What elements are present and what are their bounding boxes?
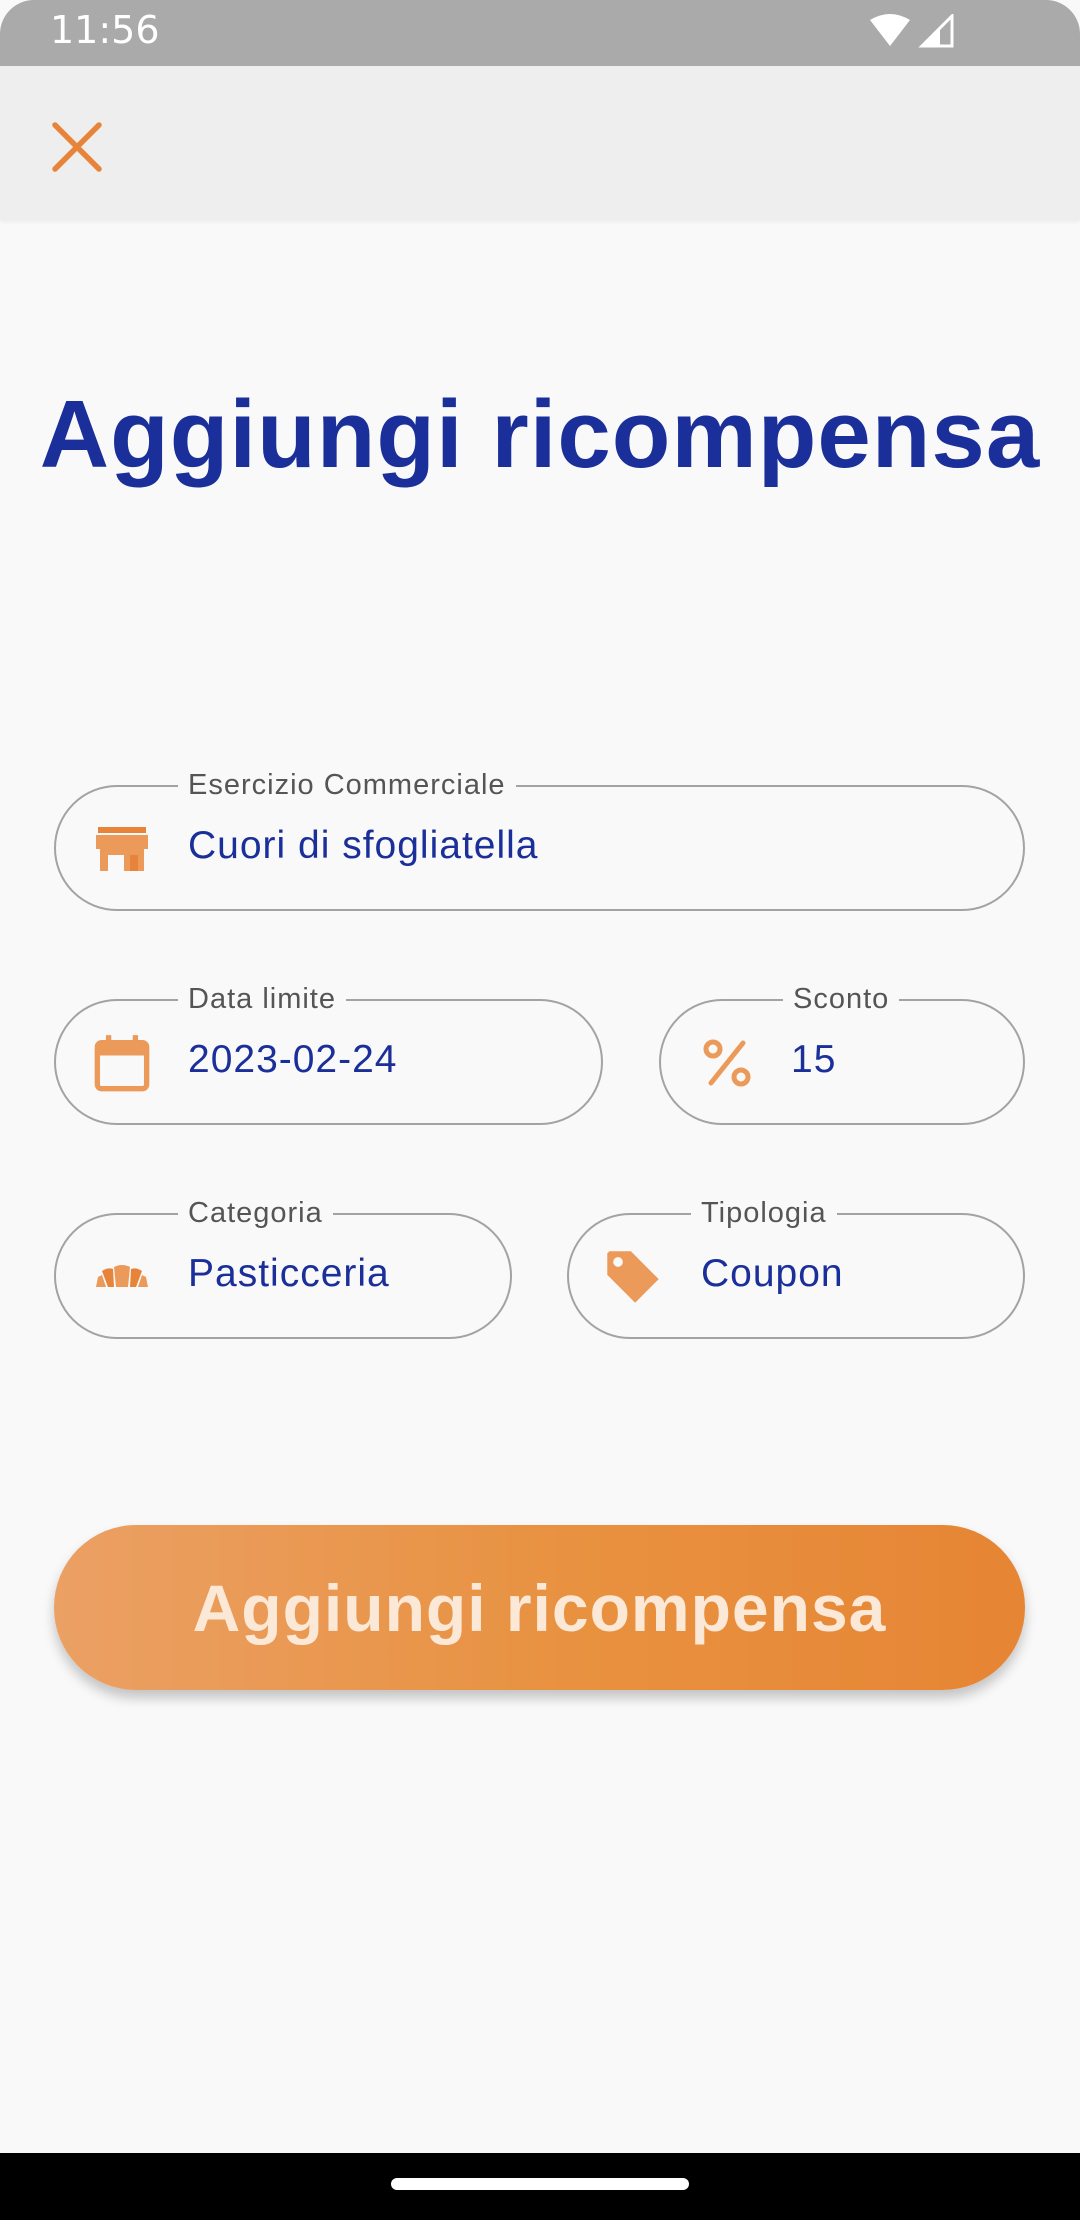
business-field-value: Cuori di sfogliatella xyxy=(188,824,539,867)
page-title: Aggiungi ricompensa xyxy=(39,381,1041,488)
type-field[interactable]: Tipologia Coupon xyxy=(567,1197,1025,1339)
status-bar: 11:56 xyxy=(0,0,1080,66)
close-icon xyxy=(52,122,102,172)
percent-icon xyxy=(703,1039,751,1087)
category-field-label: Categoria xyxy=(178,1197,333,1229)
croissant-icon xyxy=(96,1265,148,1287)
add-reward-button[interactable]: Aggiungi ricompensa xyxy=(54,1525,1025,1690)
category-field[interactable]: Categoria Pasticceria xyxy=(54,1197,512,1339)
home-indicator[interactable] xyxy=(391,2178,689,2190)
deadline-field-label: Data limite xyxy=(178,983,346,1015)
discount-field-label: Sconto xyxy=(783,983,900,1015)
business-field-label: Esercizio Commerciale xyxy=(178,769,516,801)
store-icon xyxy=(96,827,148,871)
deadline-field[interactable]: Data limite 2023-02-24 xyxy=(54,983,603,1125)
close-button[interactable] xyxy=(40,110,114,184)
app-bar xyxy=(0,66,1080,220)
category-field-value: Pasticceria xyxy=(188,1252,390,1295)
navigation-bar xyxy=(0,2153,1080,2220)
discount-field-value: 15 xyxy=(791,1038,837,1081)
wifi-signal-icon xyxy=(870,12,954,48)
tag-icon xyxy=(607,1251,659,1303)
calendar-icon xyxy=(94,1035,150,1092)
type-field-label: Tipologia xyxy=(691,1197,837,1229)
discount-field[interactable]: Sconto 15 xyxy=(659,983,1025,1125)
status-time: 11:56 xyxy=(50,8,160,52)
add-reward-button-label: Aggiungi ricompensa xyxy=(192,1570,887,1645)
type-field-value: Coupon xyxy=(701,1252,844,1295)
business-field[interactable]: Esercizio Commerciale Cuori di sfogliate… xyxy=(54,769,1025,911)
deadline-field-value: 2023-02-24 xyxy=(188,1038,398,1081)
status-icons xyxy=(868,12,960,55)
